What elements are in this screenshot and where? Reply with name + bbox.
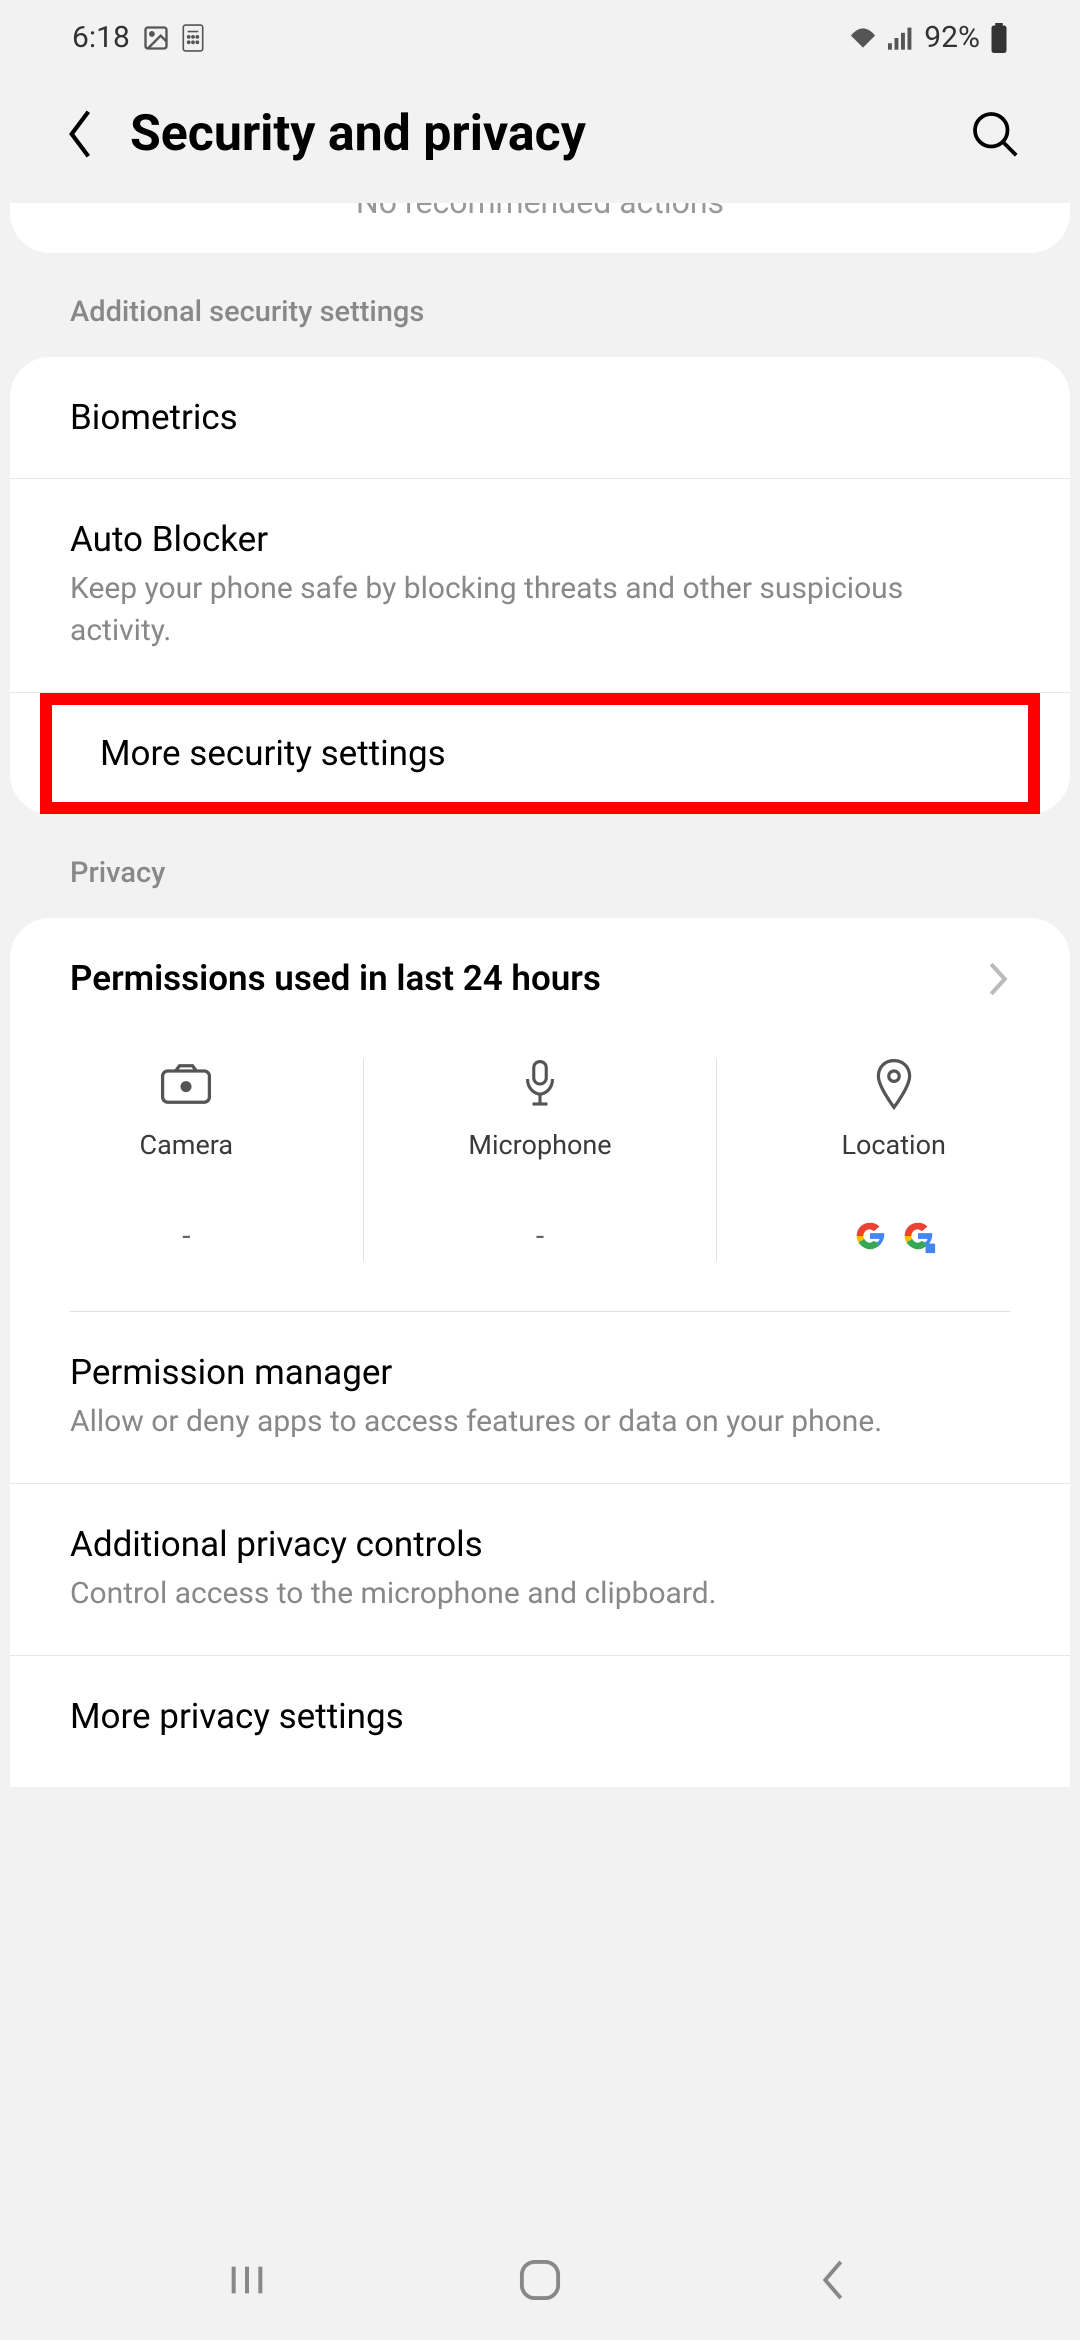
auto-blocker-item[interactable]: Auto Blocker Keep your phone safe by blo…: [10, 479, 1070, 693]
camera-icon: [160, 1059, 212, 1109]
signal-icon: [888, 26, 914, 50]
nav-home[interactable]: [510, 2250, 570, 2310]
back-icon: [65, 109, 95, 159]
permissions-24h-item[interactable]: Permissions used in last 24 hours: [10, 918, 1070, 1029]
battery-percent: 92%: [924, 20, 980, 55]
status-right: 92%: [848, 20, 1008, 55]
status-left: 6:18: [72, 20, 204, 55]
biometrics-item[interactable]: Biometrics: [10, 357, 1070, 479]
page-header: Security and privacy: [0, 65, 1080, 203]
nav-recents[interactable]: [217, 2250, 277, 2310]
status-time: 6:18: [72, 20, 130, 55]
microphone-icon: [522, 1059, 558, 1109]
page-title: Security and privacy: [130, 105, 940, 163]
perm-camera-label: Camera: [140, 1129, 234, 1161]
wifi-icon: [848, 26, 878, 50]
security-card: Biometrics Auto Blocker Keep your phone …: [10, 357, 1070, 814]
image-icon: [142, 24, 170, 52]
security-section-header: Additional security settings: [0, 253, 1080, 357]
permission-manager-item[interactable]: Permission manager Allow or deny apps to…: [10, 1312, 1070, 1484]
privacy-card: Permissions used in last 24 hours Camera…: [10, 918, 1070, 1787]
perm-location-apps: [851, 1211, 937, 1261]
home-icon: [518, 2258, 562, 2302]
battery-icon: [990, 23, 1008, 53]
location-icon: [874, 1059, 914, 1109]
more-privacy-item[interactable]: More privacy settings: [10, 1656, 1070, 1747]
nav-back-icon: [818, 2258, 848, 2302]
chevron-right-icon: [986, 960, 1010, 998]
back-button[interactable]: [60, 114, 100, 154]
more-security-item[interactable]: More security settings: [40, 693, 1040, 814]
perm-microphone-col[interactable]: Microphone -: [364, 1059, 718, 1261]
recommended-actions-text: No recommended actions: [356, 203, 724, 221]
auto-blocker-title: Auto Blocker: [70, 519, 1010, 560]
privacy-section-header: Privacy: [0, 814, 1080, 918]
recommended-actions-card[interactable]: No recommended actions: [10, 203, 1070, 253]
status-bar: 6:18 92%: [0, 0, 1080, 65]
navigation-bar: [0, 2220, 1080, 2340]
nav-back[interactable]: [803, 2250, 863, 2310]
permission-manager-subtitle: Allow or deny apps to access features or…: [70, 1401, 1010, 1443]
recents-icon: [227, 2260, 267, 2300]
additional-privacy-title: Additional privacy controls: [70, 1524, 1010, 1565]
calculator-icon: [182, 24, 204, 52]
additional-privacy-item[interactable]: Additional privacy controls Control acce…: [10, 1484, 1070, 1656]
search-icon: [970, 109, 1020, 159]
more-security-title: More security settings: [100, 733, 980, 774]
perm-microphone-label: Microphone: [468, 1129, 611, 1161]
permissions-grid: Camera - Microphone - Location: [10, 1029, 1070, 1311]
additional-privacy-subtitle: Control access to the microphone and cli…: [70, 1573, 1010, 1615]
perm-camera-apps: -: [182, 1211, 190, 1261]
auto-blocker-subtitle: Keep your phone safe by blocking threats…: [70, 568, 1010, 652]
google-app-icon: [851, 1217, 889, 1255]
google-app-icon-2: [899, 1217, 937, 1255]
permission-manager-title: Permission manager: [70, 1352, 1010, 1393]
biometrics-title: Biometrics: [70, 397, 1010, 438]
perm-location-col[interactable]: Location: [717, 1059, 1070, 1261]
perm-microphone-apps: -: [536, 1211, 544, 1261]
perm-camera-col[interactable]: Camera -: [10, 1059, 364, 1261]
search-button[interactable]: [970, 109, 1020, 159]
permissions-24h-title: Permissions used in last 24 hours: [70, 958, 601, 999]
more-privacy-title: More privacy settings: [70, 1696, 1010, 1737]
perm-location-label: Location: [841, 1129, 945, 1161]
